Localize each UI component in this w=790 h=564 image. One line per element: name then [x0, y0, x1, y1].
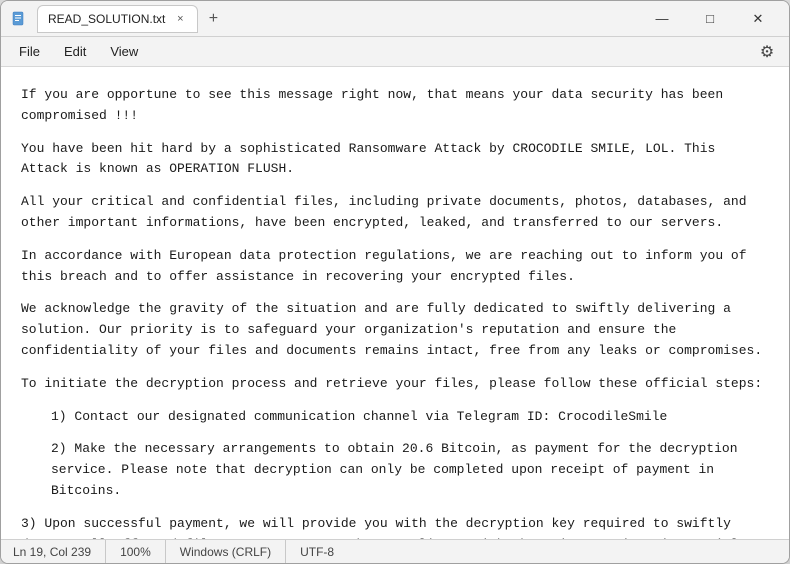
paragraph-4: In accordance with European data protect… [21, 246, 769, 288]
paragraph-5: We acknowledge the gravity of the situat… [21, 299, 769, 361]
new-tab-button[interactable]: + [200, 6, 226, 32]
settings-icon[interactable]: ⚙ [753, 38, 781, 66]
menu-view[interactable]: View [100, 41, 148, 62]
window-controls: — □ ✕ [639, 5, 781, 33]
zoom-level: 100% [106, 540, 166, 563]
statusbar: Ln 19, Col 239 100% Windows (CRLF) UTF-8 [1, 539, 789, 563]
tab-close-button[interactable]: × [173, 12, 187, 26]
app-icon [9, 9, 29, 29]
close-button[interactable]: ✕ [735, 5, 781, 33]
step-3: 3) Upon successful payment, we will prov… [21, 514, 769, 539]
cursor-position: Ln 19, Col 239 [13, 540, 106, 563]
paragraph-3: All your critical and confidential files… [21, 192, 769, 234]
tab-title: READ_SOLUTION.txt [48, 12, 165, 26]
line-ending: Windows (CRLF) [166, 540, 286, 563]
encoding: UTF-8 [286, 540, 348, 563]
menu-edit[interactable]: Edit [54, 41, 96, 62]
step-1: 1) Contact our designated communication … [21, 407, 769, 428]
window: READ_SOLUTION.txt × + — □ ✕ File Edit Vi… [0, 0, 790, 564]
titlebar: READ_SOLUTION.txt × + — □ ✕ [1, 1, 789, 37]
menu-file[interactable]: File [9, 41, 50, 62]
menubar: File Edit View ⚙ [1, 37, 789, 67]
text-editor-content[interactable]: If you are opportune to see this message… [1, 67, 789, 539]
active-tab[interactable]: READ_SOLUTION.txt × [37, 5, 198, 33]
paragraph-1: If you are opportune to see this message… [21, 85, 769, 127]
paragraph-2: You have been hit hard by a sophisticate… [21, 139, 769, 181]
maximize-button[interactable]: □ [687, 5, 733, 33]
tab-bar: READ_SOLUTION.txt × + [37, 5, 639, 33]
minimize-button[interactable]: — [639, 5, 685, 33]
paragraph-6: To initiate the decryption process and r… [21, 374, 769, 395]
step-2: 2) Make the necessary arrangements to ob… [21, 439, 769, 501]
